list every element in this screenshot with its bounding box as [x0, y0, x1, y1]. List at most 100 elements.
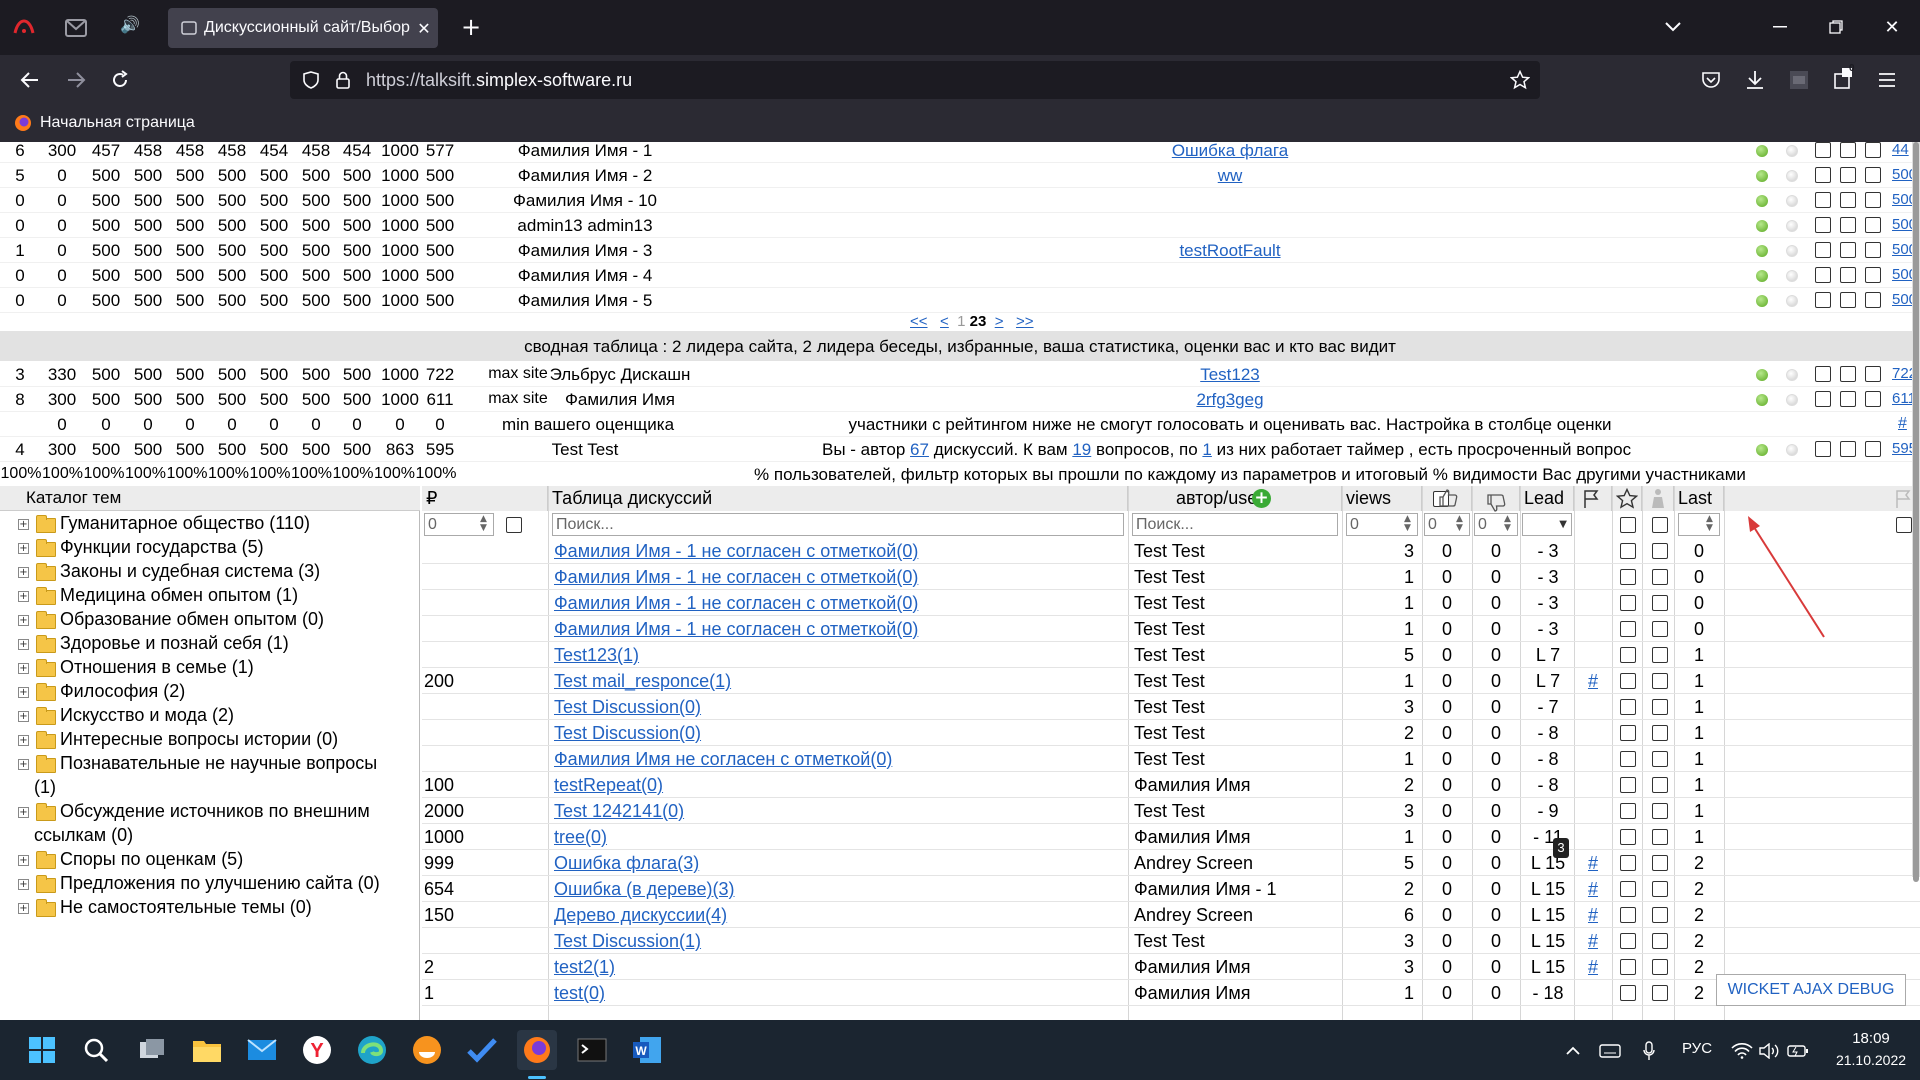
min-value[interactable]: 0 [170, 415, 210, 435]
flag-extra-icon[interactable] [1894, 489, 1914, 514]
menu-icon[interactable] [1872, 65, 1902, 95]
pager-first[interactable]: << [910, 313, 928, 330]
row-ban-checkbox[interactable] [1652, 647, 1668, 663]
catalog-item[interactable]: Философия (2) [60, 681, 185, 702]
catalog-item[interactable]: Искусство и мода (2) [60, 705, 234, 726]
table-row[interactable]: Фамилия Имя - 1 не согласен с отметкой(0… [422, 564, 1920, 590]
forward-icon[interactable] [60, 65, 92, 95]
row-flag-link[interactable]: # [1574, 853, 1612, 874]
row-flag-link[interactable]: # [1574, 671, 1612, 692]
address-bar[interactable]: https://talksift.simplex-software.ru [290, 61, 1540, 99]
ban-user-icon[interactable] [1648, 488, 1668, 514]
search-icon[interactable] [76, 1030, 116, 1070]
header-views[interactable]: views [1342, 486, 1422, 511]
scrollbar-thumb[interactable] [1913, 142, 1919, 882]
pager-last[interactable]: >> [1016, 313, 1034, 330]
follow-checkbox[interactable] [1840, 192, 1856, 208]
user-discussion-link[interactable]: ww [1090, 166, 1370, 186]
lead-filter-select[interactable]: ▼ [1522, 513, 1572, 536]
favorite-checkbox[interactable] [1815, 267, 1831, 283]
own-note-n1[interactable]: 67 [910, 440, 929, 459]
likes-filter[interactable]: 0 [1424, 513, 1470, 536]
row-star-checkbox[interactable] [1620, 803, 1636, 819]
table-row[interactable]: 1 test(0) Фамилия Имя 1 0 0- 18 2 [422, 980, 1920, 1006]
row-star-checkbox[interactable] [1620, 751, 1636, 767]
summary-link[interactable]: Test123 [1090, 365, 1370, 385]
table-row[interactable]: Фамилия Имя - 1 не согласен с отметкой(0… [422, 590, 1920, 616]
row-star-checkbox[interactable] [1620, 647, 1636, 663]
row-discussion-link[interactable]: test2(1) [554, 957, 615, 978]
add-discussion-icon[interactable]: + [1252, 489, 1271, 508]
opera-icon[interactable] [10, 14, 38, 42]
back-icon[interactable] [14, 65, 46, 95]
tree-expand-icon[interactable]: + [18, 687, 29, 698]
follow-checkbox[interactable] [1840, 267, 1856, 283]
tree-expand-icon[interactable]: + [18, 879, 29, 890]
user-discussion-link[interactable]: testRootFault [1090, 241, 1370, 261]
row-ban-checkbox[interactable] [1652, 803, 1668, 819]
tree-expand-icon[interactable]: + [18, 615, 29, 626]
restore-icon[interactable] [1816, 12, 1856, 42]
minimize-icon[interactable] [1760, 12, 1800, 42]
table-row[interactable]: Test Discussion(0) Test Test 3 0 0 - 7 1 [422, 694, 1920, 720]
close-window-icon[interactable]: ✕ [1872, 12, 1912, 42]
terminal-icon[interactable] [572, 1030, 612, 1070]
follow-checkbox[interactable] [1840, 441, 1856, 457]
tree-expand-icon[interactable]: + [18, 663, 29, 674]
row-star-checkbox[interactable] [1620, 959, 1636, 975]
row-ban-checkbox[interactable] [1652, 881, 1668, 897]
block-checkbox[interactable] [1865, 142, 1881, 158]
pager-page-2[interactable]: 2 [970, 313, 978, 330]
price-filter-checkbox[interactable] [506, 517, 522, 533]
thumbs-up-icon[interactable] [1438, 488, 1458, 513]
min-settings-link[interactable]: # [1898, 415, 1907, 433]
row-ban-checkbox[interactable] [1652, 673, 1668, 689]
row-star-checkbox[interactable] [1620, 829, 1636, 845]
row-discussion-link[interactable]: Фамилия Имя - 1 не согласен с отметкой(0… [554, 593, 918, 614]
wifi-icon[interactable] [1730, 1039, 1754, 1063]
follow-checkbox[interactable] [1840, 391, 1856, 407]
catalog-item[interactable]: Гуманитарное общество (110) [60, 513, 310, 534]
catalog-item[interactable]: Интересные вопросы истории (0) [60, 729, 338, 750]
last-filter-spinner[interactable]: ▲ ▼ [1706, 515, 1713, 533]
tree-expand-icon[interactable]: + [18, 591, 29, 602]
row-ban-checkbox[interactable] [1652, 725, 1668, 741]
mail-icon[interactable] [242, 1030, 282, 1070]
row-discussion-link[interactable]: testRepeat(0) [554, 775, 663, 796]
row-star-checkbox[interactable] [1620, 621, 1636, 637]
row-ban-checkbox[interactable] [1652, 777, 1668, 793]
favorite-checkbox[interactable] [1815, 217, 1831, 233]
favorite-checkbox[interactable] [1815, 242, 1831, 258]
header-author[interactable]: автор/user [1128, 486, 1342, 511]
list-tabs-icon[interactable] [1658, 14, 1688, 40]
pager-page-1[interactable]: 1 [957, 313, 965, 330]
download-icon[interactable] [1740, 65, 1770, 95]
clock-date[interactable]: 21.10.2022 [1830, 1052, 1912, 1068]
block-checkbox[interactable] [1865, 441, 1881, 457]
header-discussion-table[interactable]: Таблица дискуссий [548, 486, 1128, 511]
header-extra[interactable] [1724, 486, 1920, 511]
language-indicator[interactable]: РУС [1682, 1040, 1712, 1057]
app-orange-icon[interactable] [407, 1030, 447, 1070]
row-discussion-link[interactable]: Test Discussion(1) [554, 931, 701, 952]
pager-prev[interactable]: < [940, 313, 949, 330]
flag-icon[interactable] [1582, 489, 1600, 514]
row-flag-link[interactable]: # [1574, 957, 1612, 978]
row-ban-checkbox[interactable] [1652, 751, 1668, 767]
header-last[interactable]: Last [1674, 486, 1724, 511]
start-icon[interactable] [22, 1030, 62, 1070]
likes-filter-spinner[interactable]: ▲ ▼ [1456, 515, 1463, 533]
discussion-search-input[interactable]: Поиск... [552, 513, 1124, 536]
row-ban-checkbox[interactable] [1652, 933, 1668, 949]
row-star-checkbox[interactable] [1620, 777, 1636, 793]
catalog-item[interactable]: Познавательные не научные вопросы [60, 753, 377, 774]
favorite-checkbox[interactable] [1815, 192, 1831, 208]
table-row[interactable]: 1000 tree(0) Фамилия Имя 1 0 0- 11 1 [422, 824, 1920, 850]
row-ban-checkbox[interactable] [1652, 907, 1668, 923]
price-filter-spinner[interactable]: ▲ ▼ [480, 515, 487, 533]
gmail-icon[interactable] [62, 14, 90, 42]
pocket-icon[interactable] [1696, 65, 1726, 95]
user-score-link[interactable]: 44 [1892, 142, 1909, 158]
table-row[interactable]: Фамилия Имя - 1 не согласен с отметкой(0… [422, 616, 1920, 642]
pager-page-3[interactable]: 3 [978, 313, 986, 330]
